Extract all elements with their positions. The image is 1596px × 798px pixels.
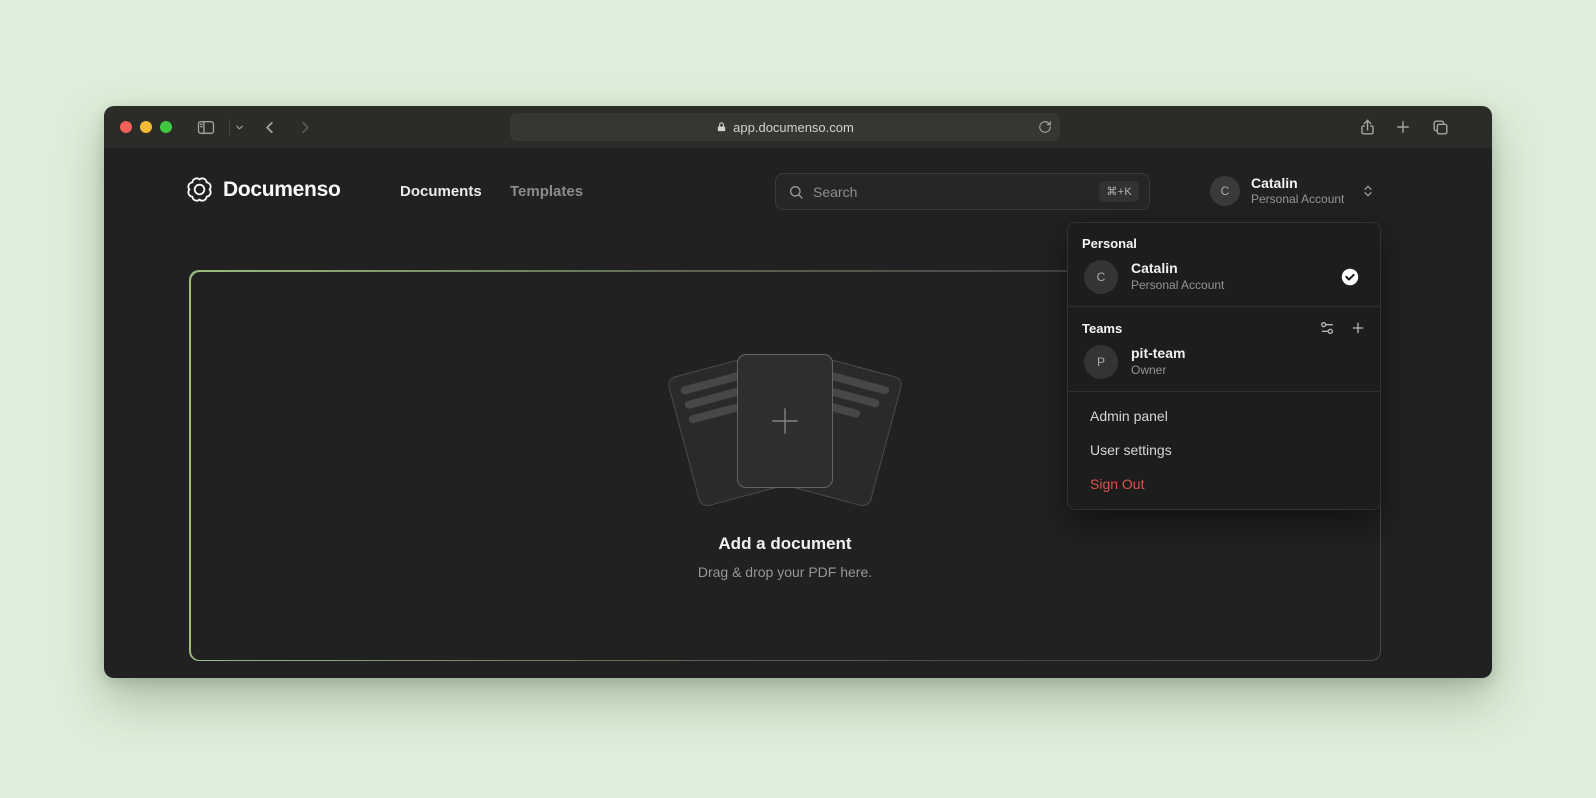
share-button[interactable] bbox=[1357, 117, 1377, 137]
share-icon bbox=[1358, 118, 1377, 137]
account-name: Catalin bbox=[1251, 175, 1344, 192]
document-stack-illustration bbox=[660, 352, 910, 502]
sliders-icon bbox=[1319, 320, 1335, 336]
search-input[interactable]: Search ⌘+K bbox=[775, 173, 1150, 210]
team-role: Owner bbox=[1131, 363, 1185, 379]
browser-toolbar: app.documenso.com bbox=[104, 106, 1492, 148]
dropzone-subtitle: Drag & drop your PDF here. bbox=[698, 564, 872, 580]
window-close-button[interactable] bbox=[120, 121, 132, 133]
manage-teams-button[interactable] bbox=[1319, 320, 1335, 336]
menu-item-user-settings[interactable]: User settings bbox=[1068, 433, 1380, 467]
chevrons-up-down-icon bbox=[1361, 184, 1375, 198]
avatar: C bbox=[1210, 176, 1240, 206]
avatar: C bbox=[1084, 260, 1118, 294]
url-text: app.documenso.com bbox=[733, 120, 854, 135]
back-button[interactable] bbox=[259, 117, 279, 137]
toolbar-divider bbox=[229, 119, 230, 135]
nav-link-documents[interactable]: Documents bbox=[400, 183, 482, 200]
brand-name: Documenso bbox=[223, 178, 341, 202]
chevron-right-icon bbox=[296, 118, 315, 137]
search-placeholder: Search bbox=[813, 184, 1090, 200]
forward-button[interactable] bbox=[295, 117, 315, 137]
create-team-button[interactable] bbox=[1350, 320, 1366, 336]
menu-item-admin-panel[interactable]: Admin panel bbox=[1068, 399, 1380, 433]
document-card-center bbox=[737, 354, 833, 488]
browser-window: app.documenso.com bbox=[104, 106, 1492, 678]
plus-icon bbox=[1350, 320, 1366, 336]
sidebar-icon bbox=[196, 117, 216, 138]
tab-overview-button[interactable] bbox=[1430, 117, 1450, 137]
lock-icon bbox=[716, 121, 727, 133]
menu-item-personal-account[interactable]: C Catalin Personal Account bbox=[1082, 251, 1366, 296]
team-name: pit-team bbox=[1131, 345, 1185, 363]
reload-icon bbox=[1038, 120, 1052, 134]
search-icon bbox=[788, 184, 804, 200]
sidebar-toggle-button[interactable] bbox=[196, 117, 216, 137]
documenso-logo-icon bbox=[186, 176, 213, 203]
menu-heading-teams: Teams bbox=[1082, 321, 1122, 336]
menu-account-name: Catalin bbox=[1131, 260, 1224, 278]
sidebar-menu-chevron-button[interactable] bbox=[232, 117, 246, 137]
menu-item-team[interactable]: P pit-team Owner bbox=[1082, 336, 1366, 381]
tabs-icon bbox=[1431, 118, 1450, 137]
chevron-down-icon bbox=[234, 122, 245, 133]
address-bar[interactable]: app.documenso.com bbox=[510, 113, 1060, 141]
selected-check-icon bbox=[1341, 268, 1359, 286]
add-plus-icon bbox=[767, 403, 803, 439]
brand-logo[interactable]: Documenso bbox=[186, 176, 341, 203]
dropzone-title: Add a document bbox=[718, 534, 851, 554]
new-tab-button[interactable] bbox=[1393, 117, 1413, 137]
menu-heading-personal: Personal bbox=[1082, 236, 1366, 251]
menu-account-subtitle: Personal Account bbox=[1131, 278, 1224, 294]
account-subtitle: Personal Account bbox=[1251, 192, 1344, 208]
app-page: Documenso Documents Templates Search ⌘+K… bbox=[104, 148, 1492, 678]
window-minimize-button[interactable] bbox=[140, 121, 152, 133]
plus-icon bbox=[1394, 118, 1412, 136]
chevron-left-icon bbox=[260, 118, 279, 137]
avatar: P bbox=[1084, 345, 1118, 379]
search-shortcut-badge: ⌘+K bbox=[1099, 181, 1139, 202]
account-menu-trigger[interactable]: C Catalin Personal Account bbox=[1210, 175, 1375, 207]
nav-link-templates[interactable]: Templates bbox=[510, 183, 583, 200]
reload-button[interactable] bbox=[1038, 120, 1052, 134]
menu-item-sign-out[interactable]: Sign Out bbox=[1068, 467, 1380, 501]
account-menu: Personal C Catalin Personal Account bbox=[1067, 222, 1381, 510]
window-zoom-button[interactable] bbox=[160, 121, 172, 133]
